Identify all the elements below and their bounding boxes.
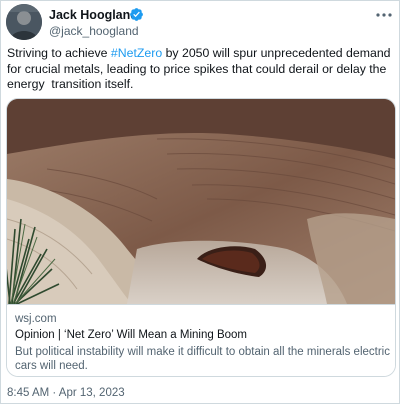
link-domain: wsj.com [15,313,57,325]
tweet-header: Jack Hoogland @jack_hoogland [6,4,396,44]
link-preview-card[interactable]: wsj.com Opinion | ‘Net Zero’ Will Mean a… [6,98,396,377]
link-preview-meta[interactable]: wsj.com Opinion | ‘Net Zero’ Will Mean a… [7,304,395,376]
more-options-icon[interactable] [374,8,394,22]
tweet-text: Striving to achieve #NetZero by 2050 wil… [7,46,395,93]
link-description: But political instability will make it d… [15,346,390,372]
tweet-text-before: Striving to achieve [7,46,111,60]
author-handle[interactable]: @jack_hoogland [49,24,139,38]
link-preview-image[interactable] [7,99,395,305]
hashtag-link[interactable]: #NetZero [111,46,162,60]
tweet-card: Jack Hoogland @jack_hoogland Striving to… [0,0,400,404]
author-avatar[interactable] [6,4,42,40]
tweet-timestamp[interactable]: 8:45 AM · Apr 13, 2023 [7,387,125,399]
author-name[interactable]: Jack Hoogland [49,8,138,22]
link-title: Opinion | ‘Net Zero’ Will Mean a Mining … [15,329,248,341]
verified-badge-icon [129,7,144,22]
